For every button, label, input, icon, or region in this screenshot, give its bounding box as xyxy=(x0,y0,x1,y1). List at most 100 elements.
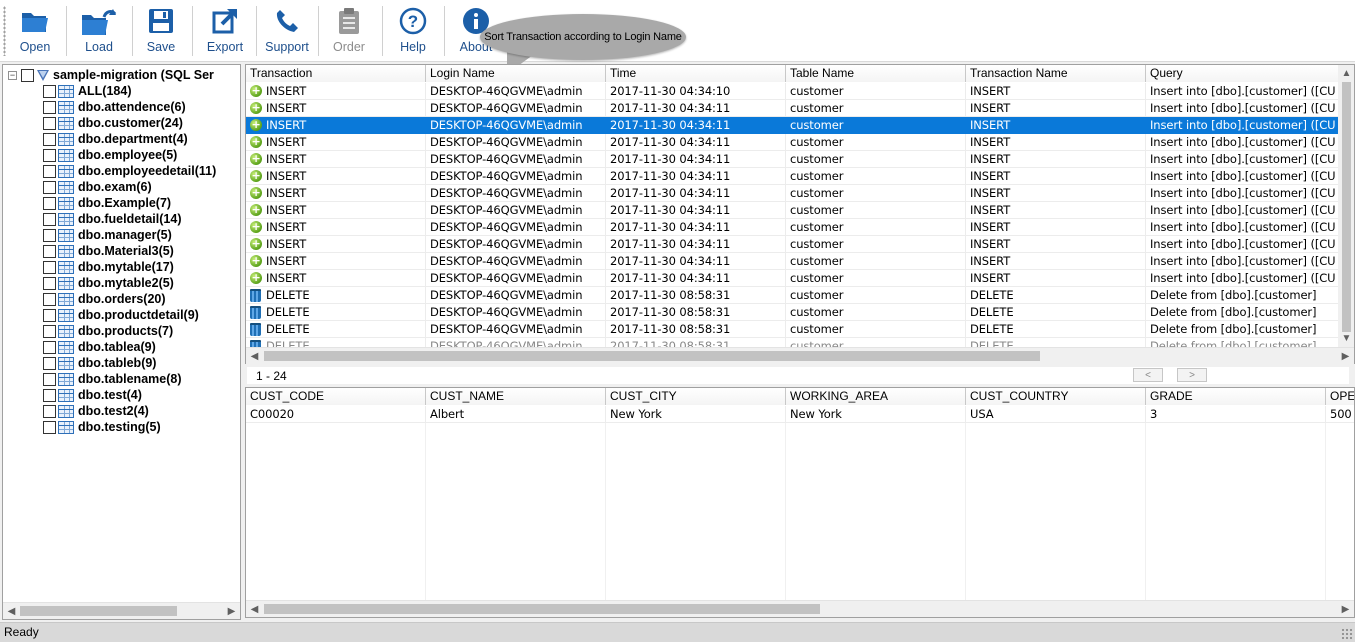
resize-grip[interactable] xyxy=(1341,628,1353,640)
tree-item-checkbox[interactable] xyxy=(43,180,56,194)
tree-item-checkbox[interactable] xyxy=(43,372,56,386)
toolbar-grip[interactable] xyxy=(3,6,6,56)
table-row[interactable]: INSERT DESKTOP-46QGVME\admin 2017-11-30 04… xyxy=(246,219,1346,236)
help-button[interactable]: ? Help xyxy=(390,2,436,58)
tree-item[interactable]: dbo.Material3(5) xyxy=(43,243,174,259)
tree-item[interactable]: dbo.testing(5) xyxy=(43,419,161,435)
tree-item-checkbox[interactable] xyxy=(43,84,56,98)
order-button[interactable]: Order xyxy=(326,2,372,58)
table-row[interactable]: DELETE DESKTOP-46QGVME\admin 2017-11-30 08… xyxy=(246,321,1346,338)
table-row[interactable]: INSERT DESKTOP-46QGVME\admin 2017-11-30 04… xyxy=(246,100,1346,117)
tree-item-checkbox[interactable] xyxy=(43,324,56,338)
table-row[interactable]: INSERT DESKTOP-46QGVME\admin 2017-11-30 04… xyxy=(246,83,1346,100)
tree-root[interactable]: − sample-migration (SQL Ser xyxy=(8,67,214,83)
tree-item-checkbox[interactable] xyxy=(43,148,56,162)
table-row[interactable]: INSERT DESKTOP-46QGVME\admin 2017-11-30 04… xyxy=(246,253,1346,270)
table-row[interactable]: C00020 Albert New York New York USA 3 500 xyxy=(246,406,1354,423)
scroll-thumb[interactable] xyxy=(20,606,177,616)
tree-item[interactable]: dbo.test2(4) xyxy=(43,403,149,419)
tree-item[interactable]: dbo.tablename(8) xyxy=(43,371,182,387)
table-row[interactable]: DELETE DESKTOP-46QGVME\admin 2017-11-30 08… xyxy=(246,287,1346,304)
table-row[interactable]: INSERT DESKTOP-46QGVME\admin 2017-11-30 04… xyxy=(246,202,1346,219)
tree-item[interactable]: dbo.products(7) xyxy=(43,323,173,339)
tree-item-checkbox[interactable] xyxy=(43,420,56,434)
scroll-left-icon[interactable]: ◀ xyxy=(246,348,263,364)
tree-item[interactable]: dbo.employeedetail(11) xyxy=(43,163,216,179)
table-row[interactable]: INSERT DESKTOP-46QGVME\admin 2017-11-30 04… xyxy=(246,117,1346,134)
column-header[interactable]: Time xyxy=(606,65,786,82)
scroll-left-icon[interactable]: ◀ xyxy=(246,601,263,617)
column-header[interactable]: OPE xyxy=(1326,388,1354,405)
tree-item[interactable]: dbo.department(4) xyxy=(43,131,188,147)
transaction-hscrollbar[interactable]: ◀ ▶ xyxy=(246,347,1354,364)
support-button[interactable]: Support xyxy=(262,2,312,58)
collapse-toggle[interactable]: − xyxy=(8,70,17,80)
column-header[interactable]: Transaction xyxy=(246,65,426,82)
tree-item-checkbox[interactable] xyxy=(43,388,56,402)
tree-item[interactable]: dbo.Example(7) xyxy=(43,195,171,211)
table-row[interactable]: INSERT DESKTOP-46QGVME\admin 2017-11-30 04… xyxy=(246,270,1346,287)
scroll-left-icon[interactable]: ◀ xyxy=(3,603,20,619)
tree-item-checkbox[interactable] xyxy=(43,212,56,226)
tree-item-checkbox[interactable] xyxy=(43,260,56,274)
save-button[interactable]: Save xyxy=(138,2,184,58)
table-row[interactable]: INSERT DESKTOP-46QGVME\admin 2017-11-30 04… xyxy=(246,151,1346,168)
column-header[interactable]: CUST_CODE xyxy=(246,388,426,405)
tree-item[interactable]: ALL(184) xyxy=(43,83,131,99)
tree-item[interactable]: dbo.fueldetail(14) xyxy=(43,211,181,227)
tree-item[interactable]: dbo.tablea(9) xyxy=(43,339,156,355)
export-button[interactable]: Export xyxy=(200,2,250,58)
scroll-up-icon[interactable]: ▲ xyxy=(1338,65,1354,82)
open-button[interactable]: Open xyxy=(12,2,58,58)
tree-item[interactable]: dbo.orders(20) xyxy=(43,291,166,307)
table-row[interactable]: INSERT DESKTOP-46QGVME\admin 2017-11-30 04… xyxy=(246,236,1346,253)
tree-item-checkbox[interactable] xyxy=(43,244,56,258)
scroll-thumb[interactable] xyxy=(1342,82,1351,332)
column-header[interactable]: WORKING_AREA xyxy=(786,388,966,405)
column-header[interactable]: Transaction Name xyxy=(966,65,1146,82)
tree-item-checkbox[interactable] xyxy=(43,276,56,290)
column-header[interactable]: CUST_COUNTRY xyxy=(966,388,1146,405)
tree-item-checkbox[interactable] xyxy=(43,132,56,146)
tree-item[interactable]: dbo.customer(24) xyxy=(43,115,183,131)
column-header[interactable]: CUST_CITY xyxy=(606,388,786,405)
tree-item-checkbox[interactable] xyxy=(43,116,56,130)
tree-root-checkbox[interactable] xyxy=(21,68,34,82)
column-header[interactable]: Query xyxy=(1146,65,1346,82)
tree-item[interactable]: dbo.tableb(9) xyxy=(43,355,156,371)
column-header[interactable]: Login Name xyxy=(426,65,606,82)
column-header[interactable]: Table Name xyxy=(786,65,966,82)
column-header[interactable]: GRADE xyxy=(1146,388,1326,405)
tree-item[interactable]: dbo.exam(6) xyxy=(43,179,152,195)
scroll-thumb[interactable] xyxy=(264,604,820,614)
tree-item-checkbox[interactable] xyxy=(43,100,56,114)
tree-item[interactable]: dbo.productdetail(9) xyxy=(43,307,199,323)
tree-item-checkbox[interactable] xyxy=(43,292,56,306)
scroll-thumb[interactable] xyxy=(264,351,1040,361)
tree-item-checkbox[interactable] xyxy=(43,404,56,418)
tree-hscrollbar[interactable]: ◀ ▶ xyxy=(3,602,240,619)
scroll-down-icon[interactable]: ▼ xyxy=(1338,330,1354,347)
tree-item-checkbox[interactable] xyxy=(43,164,56,178)
tree-item[interactable]: dbo.employee(5) xyxy=(43,147,177,163)
scroll-right-icon[interactable]: ▶ xyxy=(1337,601,1354,617)
scroll-right-icon[interactable]: ▶ xyxy=(223,603,240,619)
load-button[interactable]: Load xyxy=(74,2,124,58)
prev-page-button[interactable]: < xyxy=(1133,368,1163,382)
tree-item-checkbox[interactable] xyxy=(43,228,56,242)
tree-item[interactable]: dbo.mytable2(5) xyxy=(43,275,174,291)
transaction-vscrollbar[interactable]: ▲ ▼ xyxy=(1338,65,1354,347)
tree-item-checkbox[interactable] xyxy=(43,356,56,370)
table-row[interactable]: INSERT DESKTOP-46QGVME\admin 2017-11-30 04… xyxy=(246,185,1346,202)
detail-hscrollbar[interactable]: ◀ ▶ xyxy=(246,600,1354,617)
next-page-button[interactable]: > xyxy=(1177,368,1207,382)
scroll-right-icon[interactable]: ▶ xyxy=(1337,348,1354,364)
tree-item[interactable]: dbo.mytable(17) xyxy=(43,259,174,275)
tree-item-checkbox[interactable] xyxy=(43,340,56,354)
tree-item[interactable]: dbo.attendence(6) xyxy=(43,99,186,115)
column-header[interactable]: CUST_NAME xyxy=(426,388,606,405)
tree-item[interactable]: dbo.manager(5) xyxy=(43,227,172,243)
table-row[interactable]: DELETE DESKTOP-46QGVME\admin 2017-11-30 08… xyxy=(246,304,1346,321)
tree-item-checkbox[interactable] xyxy=(43,196,56,210)
table-row[interactable]: INSERT DESKTOP-46QGVME\admin 2017-11-30 04… xyxy=(246,168,1346,185)
